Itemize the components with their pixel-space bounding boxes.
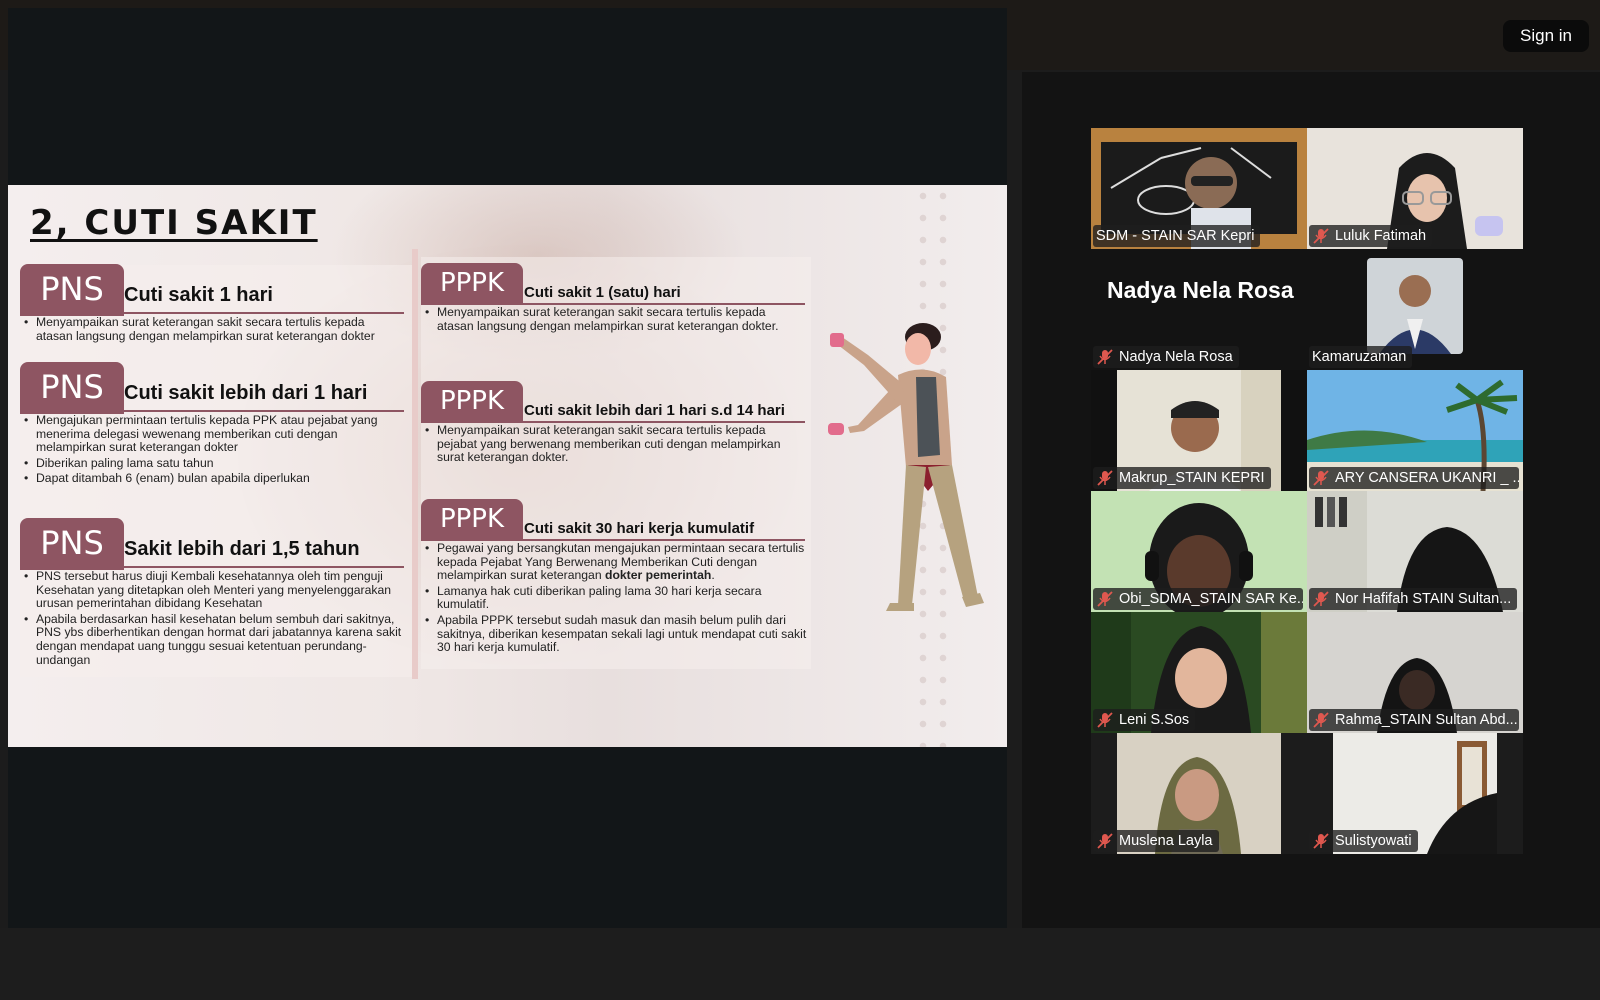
- bullet-item: Pegawai yang bersangkutan mengajukan per…: [425, 541, 807, 583]
- pns-tag: PNS: [20, 264, 124, 316]
- pns-block-1: PNS Cuti sakit 1 hari Menyampaikan surat…: [20, 264, 416, 354]
- participants-gallery: SDM - STAIN SAR Kepri Luluk Fatimah Nady…: [1022, 72, 1600, 928]
- pppk-block-title: Cuti sakit lebih dari 1 hari s.d 14 hari: [524, 402, 785, 419]
- mic-muted-icon: [1096, 833, 1114, 849]
- participant-name-label: Obi_SDMA_STAIN SAR Ke...: [1093, 588, 1303, 610]
- participant-tile[interactable]: Nor Hafifah STAIN Sultan...: [1307, 491, 1523, 612]
- pppk-tag: PPPK: [421, 381, 523, 421]
- pns-block-title: Sakit lebih dari 1,5 tahun: [124, 538, 360, 560]
- participant-tile[interactable]: ARY CANSERA UKANRI _ ...: [1307, 370, 1523, 491]
- pppk-block-bullets: Menyampaikan surat keterangan sakit seca…: [425, 423, 797, 467]
- mic-muted-icon: [1096, 712, 1114, 728]
- pppk-block-title: Cuti sakit 1 (satu) hari: [524, 284, 681, 301]
- participant-name-label: Leni S.Sos: [1093, 709, 1196, 731]
- participant-tile[interactable]: Kamaruzaman: [1307, 249, 1523, 370]
- pppk-block-2: PPPK Cuti sakit lebih dari 1 hari s.d 14…: [421, 381, 811, 481]
- bottom-bar: [0, 928, 1600, 1000]
- mic-muted-icon: [1096, 470, 1114, 486]
- slide-title: 2, CUTI SAKIT: [30, 203, 318, 243]
- bullet-item: Lamanya hak cuti diberikan paling lama 3…: [425, 584, 807, 612]
- person-illustration: [828, 323, 984, 611]
- pppk-block-1: PPPK Cuti sakit 1 (satu) hari Menyampaik…: [421, 263, 811, 343]
- participant-tile[interactable]: Leni S.Sos: [1091, 612, 1307, 733]
- sign-in-button[interactable]: Sign in: [1503, 20, 1589, 52]
- pns-block-bullets: PNS tersebut harus diuji Kembali kesehat…: [24, 569, 408, 669]
- pns-tag: PNS: [20, 362, 124, 414]
- mic-muted-icon: [1312, 712, 1330, 728]
- bullet-item: Apabila berdasarkan hasil kesehatan belu…: [24, 612, 408, 667]
- mic-muted-icon: [1312, 228, 1330, 244]
- participant-name-label: SDM - STAIN SAR Kepri: [1093, 225, 1261, 247]
- participant-tile[interactable]: Makrup_STAIN KEPRI: [1091, 370, 1307, 491]
- bullet-item: Dapat ditambah 6 (enam) bulan apabila di…: [24, 472, 404, 486]
- pppk-tag: PPPK: [421, 499, 523, 539]
- mic-muted-icon: [1312, 470, 1330, 486]
- block-underline: [20, 410, 404, 412]
- pppk-block-bullets: Pegawai yang bersangkutan mengajukan per…: [425, 541, 807, 657]
- participant-name-label: Sulistyowati: [1309, 830, 1418, 852]
- bullet-item: Apabila PPPK tersebut sudah masuk dan ma…: [425, 613, 807, 655]
- participant-tile[interactable]: Muslena Layla: [1091, 733, 1307, 854]
- block-underline: [20, 312, 404, 314]
- bullet-bold-text: dokter pemerintah: [605, 568, 712, 583]
- participant-tile[interactable]: Rahma_STAIN Sultan Abd...: [1307, 612, 1523, 733]
- participant-tile[interactable]: Luluk Fatimah: [1307, 128, 1523, 249]
- participant-name-label: Nadya Nela Rosa: [1093, 346, 1239, 368]
- bullet-item: Menyampaikan surat keterangan sakit seca…: [425, 305, 805, 333]
- participant-name-label: Rahma_STAIN Sultan Abd...: [1309, 709, 1519, 731]
- bullet-text-end: .: [711, 568, 715, 583]
- pns-block-title: Cuti sakit 1 hari: [124, 284, 273, 306]
- bullet-item: Diberikan paling lama satu tahun: [24, 456, 404, 471]
- pns-block-2: PNS Cuti sakit lebih dari 1 hari Mengaju…: [20, 362, 416, 502]
- pns-tag: PNS: [20, 518, 124, 570]
- mic-muted-icon: [1096, 349, 1114, 365]
- participant-tile[interactable]: SDM - STAIN SAR Kepri: [1091, 128, 1307, 249]
- participant-name-label: Kamaruzaman: [1309, 346, 1413, 368]
- pns-block-bullets: Mengajukan permintaan tertulis kepada PP…: [24, 413, 404, 488]
- mic-muted-icon: [1312, 591, 1330, 607]
- pppk-block-3: PPPK Cuti sakit 30 hari kerja kumulatif …: [421, 499, 811, 669]
- pns-block-3: PNS Sakit lebih dari 1,5 tahun PNS terse…: [20, 518, 416, 678]
- meeting-window: Sign in 2, CUTI SAKIT PNS Cuti sakit 1 h…: [0, 0, 1600, 1000]
- bullet-item: Mengajukan permintaan tertulis kepada PP…: [24, 413, 404, 455]
- participant-name-label: Muslena Layla: [1093, 830, 1219, 852]
- pppk-tag: PPPK: [421, 263, 523, 303]
- bullet-item: Menyampaikan surat keterangan sakit seca…: [24, 315, 404, 343]
- bullet-item: PNS tersebut harus diuji Kembali kesehat…: [24, 569, 408, 611]
- pns-block-bullets: Menyampaikan surat keterangan sakit seca…: [24, 315, 404, 345]
- participant-name-label: ARY CANSERA UKANRI _ ...: [1309, 467, 1519, 489]
- mic-muted-icon: [1096, 591, 1114, 607]
- pppk-block-title: Cuti sakit 30 hari kerja kumulatif: [524, 520, 755, 537]
- participant-name-label: Makrup_STAIN KEPRI: [1093, 467, 1271, 489]
- block-underline: [20, 566, 404, 568]
- participant-tile[interactable]: Nadya Nela Rosa Nadya Nela Rosa: [1091, 249, 1307, 370]
- participant-name-label: Luluk Fatimah: [1309, 225, 1433, 247]
- pppk-block-bullets: Menyampaikan surat keterangan sakit seca…: [425, 305, 805, 335]
- participant-name-label: Nor Hafifah STAIN Sultan...: [1309, 588, 1518, 610]
- pns-block-title: Cuti sakit lebih dari 1 hari: [124, 382, 368, 404]
- participant-tile[interactable]: Sulistyowati: [1307, 733, 1523, 854]
- participant-tile[interactable]: Obi_SDMA_STAIN SAR Ke...: [1091, 491, 1307, 612]
- bullet-item: Menyampaikan surat keterangan sakit seca…: [425, 423, 797, 465]
- shared-slide: 2, CUTI SAKIT PNS Cuti sakit 1 hari Meny…: [8, 185, 1007, 747]
- mic-muted-icon: [1312, 833, 1330, 849]
- participant-featured-name: Nadya Nela Rosa: [1107, 277, 1294, 303]
